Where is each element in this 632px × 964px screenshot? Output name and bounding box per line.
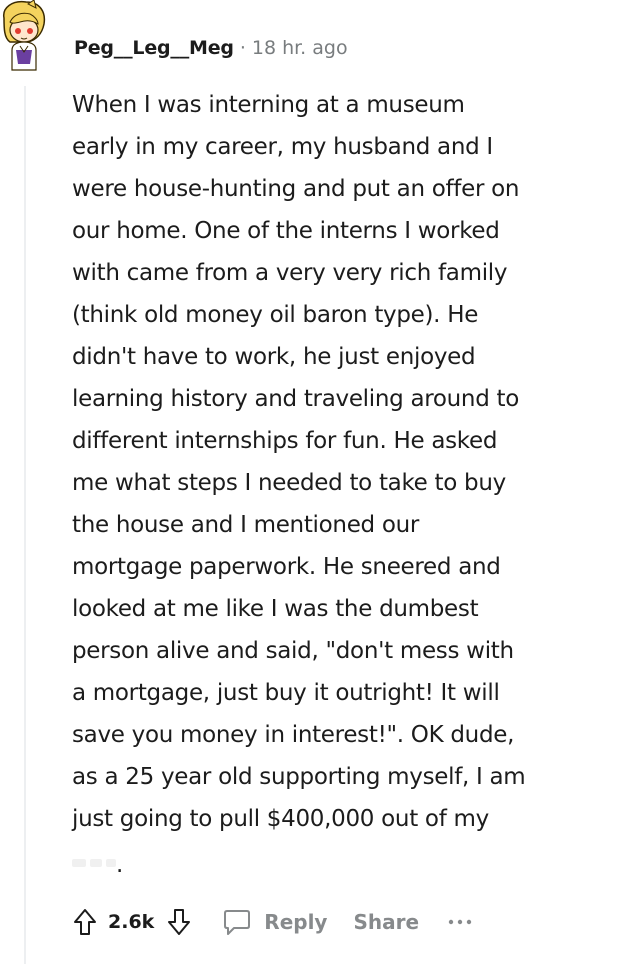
vote-count: 2.6k [108, 911, 155, 933]
more-options-icon [447, 917, 473, 927]
share-label: Share [353, 910, 420, 934]
comment-line: different internships for fun. He asked [72, 428, 498, 454]
upvote-arrow-icon[interactable] [72, 907, 98, 937]
comment-line: me what steps I needed to take to buy [72, 470, 506, 496]
reply-button[interactable]: Reply [222, 907, 327, 937]
avatar-icon [3, 0, 46, 71]
comment-line: as a 25 year old supporting myself, I am [72, 764, 526, 790]
comment-line: (think old money oil baron type). He [72, 302, 479, 328]
share-button[interactable]: Share [353, 910, 419, 934]
comment-line: just going to pull $400,000 out of my [72, 806, 489, 832]
separator-dot: · [239, 37, 246, 59]
comment-line: our home. One of the interns I worked [72, 218, 500, 244]
comment-line: didn't have to work, he just enjoyed [72, 344, 476, 370]
comment-line: were house-hunting and put an offer on [72, 176, 520, 202]
comment-line: with came from a very very rich family [72, 260, 508, 286]
redaction-block [72, 859, 86, 867]
comment-line: save you money in interest!". OK dude, [72, 722, 515, 748]
comment-action-bar: 2.6k Reply Share [72, 898, 473, 946]
comment-line: early in my career, my husband and I [72, 134, 493, 160]
redacted-text: . [72, 852, 123, 878]
line-end-period: . [116, 852, 124, 878]
comment-line: a mortgage, just buy it outright! It wil… [72, 680, 500, 706]
redaction-block [106, 859, 116, 867]
comment-line: person alive and said, "don't mess with [72, 638, 514, 664]
comment-line: mortgage paperwork. He sneered and [72, 554, 501, 580]
comment-line: looked at me like I was the dumbest [72, 596, 479, 622]
comment-body: When I was interning at a museum early i… [72, 84, 612, 840]
comment-line: the house and I mentioned our [72, 512, 420, 538]
redaction-block [90, 859, 102, 867]
timestamp[interactable]: 18 hr. ago [252, 37, 348, 59]
username[interactable]: Peg__Leg__Meg [74, 37, 234, 59]
downvote-arrow-icon[interactable] [166, 907, 192, 937]
avatar[interactable] [0, 0, 50, 76]
comment-line: learning history and traveling around to [72, 386, 520, 412]
reply-label: Reply [264, 910, 328, 934]
more-options-button[interactable] [447, 917, 473, 927]
comment-header: Peg__Leg__Meg · 18 hr. ago [74, 34, 348, 62]
comment-line: When I was interning at a museum [72, 92, 465, 118]
comment-bubble-icon [222, 907, 252, 937]
thread-line[interactable] [24, 86, 26, 964]
